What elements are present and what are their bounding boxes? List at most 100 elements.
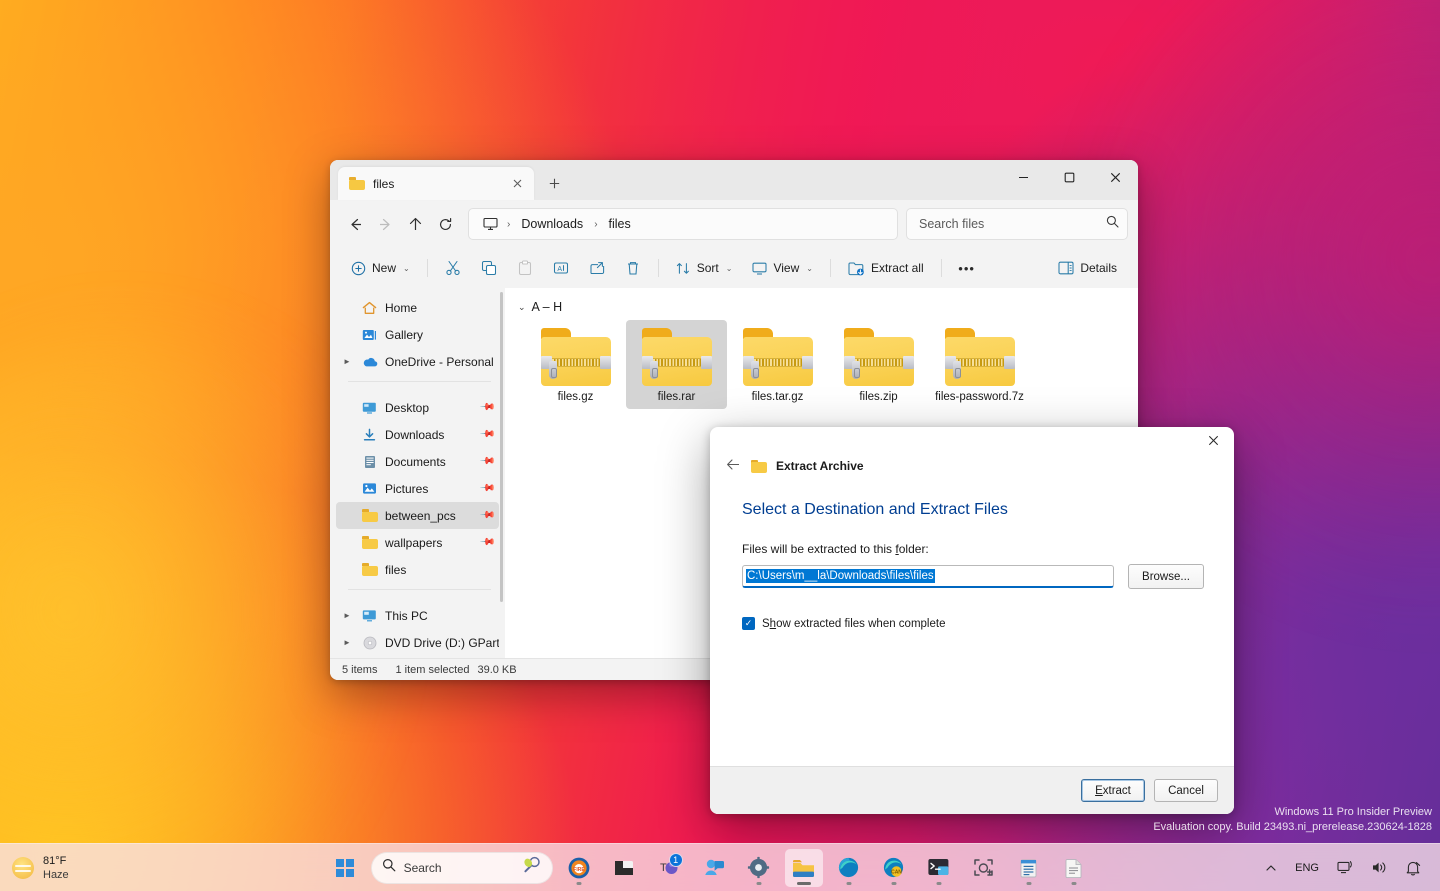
dvd-drive-icon [361,636,378,650]
taskbar-app-file-explorer[interactable] [785,849,823,887]
notifications-bell-icon[interactable] [1398,852,1428,884]
extract-all-button[interactable]: Extract all [839,253,933,283]
refresh-button[interactable] [430,209,460,239]
dialog-back-button[interactable] [724,458,742,475]
destination-path-input[interactable]: C:\Users\m__la\Downloads\files\files [742,565,1114,588]
taskbar-app-teams[interactable]: T 1 [650,849,688,887]
view-button[interactable]: View ⌄ [743,253,822,283]
chevron-right-icon[interactable]: ► [340,638,354,647]
volume-icon[interactable] [1364,852,1394,884]
show-extracted-checkbox-row[interactable]: ✓ Show extracted files when complete [742,617,1204,630]
taskbar-app-terminal[interactable] [920,849,958,887]
file-grid: files.gz files.rar files.tar.gz [505,320,1138,409]
details-pane-button[interactable]: Details [1049,253,1126,283]
search-icon[interactable] [1106,215,1119,233]
chevron-right-icon[interactable]: ► [340,357,354,366]
checkbox[interactable]: ✓ [742,617,755,630]
sort-button[interactable]: Sort ⌄ [667,253,742,283]
sidebar-item-pictures[interactable]: Pictures 📌 [336,475,499,502]
sidebar-item-between-pcs[interactable]: between_pcs 📌 [336,502,499,529]
search-input[interactable] [919,217,1100,231]
taskbar-app-notepad[interactable] [1010,849,1048,887]
magnifier-badge-icon [522,856,542,879]
maximize-button[interactable] [1046,160,1092,194]
pin-icon[interactable]: 📌 [479,507,496,524]
taskbar-app-settings[interactable] [740,849,778,887]
sidebar-label: Documents [385,455,474,469]
zipped-folder-icon [540,328,612,386]
taskbar-app-snipping-tool[interactable] [965,849,1003,887]
pin-icon[interactable]: 📌 [479,480,496,497]
file-item[interactable]: files.rar [626,320,727,409]
file-name: files-password.7z [935,391,1024,403]
file-item[interactable]: files.gz [525,320,626,409]
taskbar-app-firefox[interactable]: FIRE [560,849,598,887]
copy-button[interactable] [472,253,506,283]
file-group-header[interactable]: ⌄ A – H [505,300,1138,314]
share-button[interactable] [580,253,614,283]
language-indicator[interactable]: ENG [1288,852,1326,884]
this-pc-icon[interactable] [479,217,502,231]
sidebar-item-documents[interactable]: Documents 📌 [336,448,499,475]
breadcrumb-item-downloads[interactable]: Downloads [515,215,589,233]
dialog-close-button[interactable] [1192,427,1234,453]
taskbar-app-edge[interactable] [830,849,868,887]
file-item[interactable]: files-password.7z [929,320,1030,409]
navigation-pane: Home Gallery ► OneDrive - Personal [330,288,505,658]
delete-button[interactable] [616,253,650,283]
taskbar-app-wordpad[interactable] [1055,849,1093,887]
paste-button[interactable] [508,253,542,283]
up-button[interactable] [400,209,430,239]
taskbar-app-icon[interactable] [605,849,643,887]
sidebar-scrollbar[interactable] [500,292,503,602]
tray-overflow-button[interactable] [1258,852,1284,884]
dialog-content: Select a Destination and Extract Files F… [710,479,1234,766]
sidebar-item-home[interactable]: Home [336,294,499,321]
sidebar-item-wallpapers[interactable]: wallpapers 📌 [336,529,499,556]
network-icon[interactable] [1330,852,1360,884]
new-tab-button[interactable] [540,169,568,197]
taskbar: 81°F Haze Search FIRE T 1 [0,843,1440,891]
cancel-button[interactable]: Cancel [1154,779,1218,802]
breadcrumb-item-files[interactable]: files [603,215,637,233]
cut-button[interactable] [436,253,470,283]
sidebar-item-desktop[interactable]: Desktop 📌 [336,394,499,421]
chevron-down-icon[interactable]: ⌄ [518,302,526,313]
search-box[interactable] [906,208,1128,240]
minimize-button[interactable] [1000,160,1046,194]
close-button[interactable] [1092,160,1138,194]
browse-button[interactable]: Browse... [1128,564,1204,589]
chevron-right-icon[interactable]: ► [340,611,354,620]
sidebar-item-this-pc[interactable]: ► This PC [336,602,499,629]
extract-button[interactable]: Extract [1081,779,1145,802]
start-button[interactable] [326,849,364,887]
browse-label: Browse... [1142,571,1190,583]
more-options-button[interactable]: ••• [950,253,984,283]
forward-button[interactable] [370,209,400,239]
status-item-count: 5 items [342,664,377,676]
pin-icon[interactable]: 📌 [479,534,496,551]
sidebar-item-onedrive[interactable]: ► OneDrive - Personal [336,348,499,375]
weather-widget[interactable]: 81°F Haze [0,854,160,882]
taskbar-app-skype[interactable] [695,849,733,887]
pin-icon[interactable]: 📌 [479,453,496,470]
sidebar-item-dvd-drive[interactable]: ► DVD Drive (D:) GParted-liv [336,629,499,656]
breadcrumb[interactable]: › Downloads › files [468,208,898,240]
divider [427,259,428,277]
back-button[interactable] [340,209,370,239]
sidebar-item-files[interactable]: files [336,556,499,583]
new-button[interactable]: New ⌄ [342,253,419,283]
destination-label-pre: Files will be extracted to this [742,542,895,556]
explorer-tab-files[interactable]: files [338,167,534,200]
tab-close-icon[interactable] [506,173,528,195]
pin-icon[interactable]: 📌 [479,426,496,443]
file-item[interactable]: files.zip [828,320,929,409]
taskbar-search[interactable]: Search [371,852,553,884]
taskbar-app-edge-canary[interactable]: CAN [875,849,913,887]
sidebar-item-gallery[interactable]: Gallery [336,321,499,348]
pin-icon[interactable]: 📌 [479,399,496,416]
rename-button[interactable]: A [544,253,578,283]
new-label: New [372,261,396,275]
sidebar-item-downloads[interactable]: Downloads 📌 [336,421,499,448]
file-item[interactable]: files.tar.gz [727,320,828,409]
